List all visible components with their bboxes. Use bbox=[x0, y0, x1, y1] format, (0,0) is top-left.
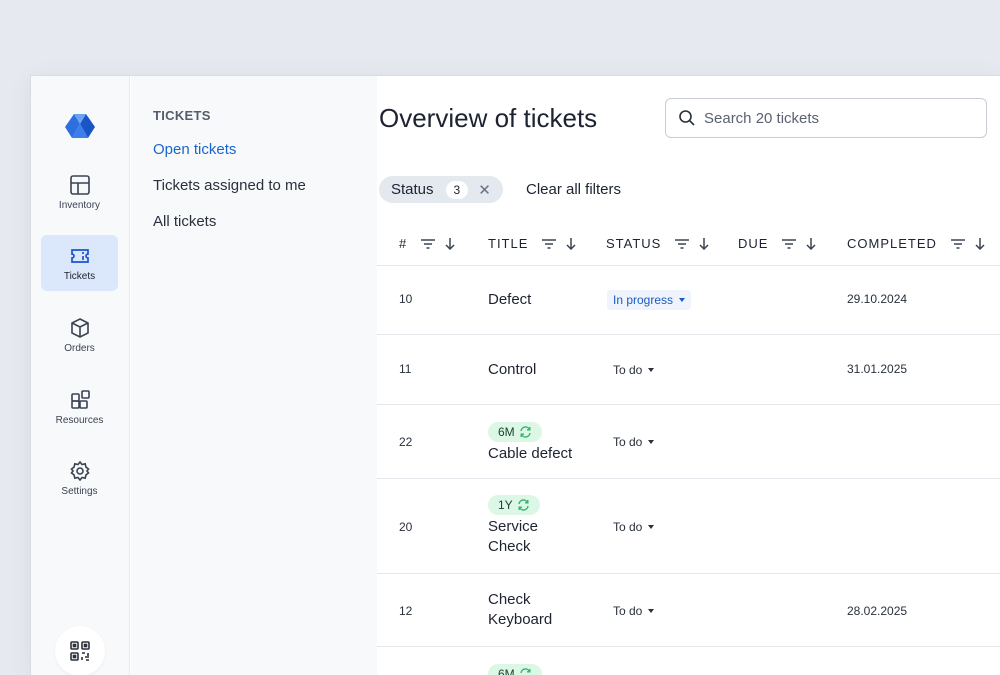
completed-date: 28.02.2025 bbox=[847, 604, 908, 618]
filter-chip-label: Status bbox=[391, 181, 434, 198]
ticket-title: 6M bbox=[488, 664, 542, 675]
caret-down-icon bbox=[648, 609, 655, 613]
column-header-due[interactable]: DUE bbox=[738, 236, 816, 251]
main-content: Overview of tickets Status 3 ✕ Clear all… bbox=[377, 76, 1000, 675]
table-row[interactable]: 10 Defect In progress 29.10.2024 bbox=[377, 266, 1000, 335]
rail-label: Inventory bbox=[58, 199, 101, 211]
table-row[interactable]: 6M bbox=[377, 647, 1000, 675]
subnav-title: TICKETS bbox=[153, 108, 211, 123]
tickets-table: # TITLE STATUS DUE COMPLETED 10 Defect I… bbox=[377, 218, 1000, 675]
status-filter-chip[interactable]: Status 3 ✕ bbox=[379, 176, 503, 203]
ticket-number: 11 bbox=[399, 362, 412, 376]
column-header-completed[interactable]: COMPLETED bbox=[847, 236, 985, 251]
table-header: # TITLE STATUS DUE COMPLETED bbox=[377, 218, 1000, 266]
rail-label: Settings bbox=[61, 485, 98, 497]
caret-down-icon bbox=[648, 440, 655, 444]
ticket-number: 10 bbox=[399, 292, 413, 306]
rail-item-inventory[interactable]: Inventory bbox=[41, 164, 118, 220]
qr-code-icon bbox=[70, 641, 90, 661]
ticket-number: 22 bbox=[399, 435, 413, 449]
caret-down-icon bbox=[648, 525, 655, 529]
table-row[interactable]: 12 Check Keyboard To do 28.02.2025 bbox=[377, 574, 1000, 647]
recurrence-badge: 6M bbox=[488, 664, 542, 675]
rail-label: Resources bbox=[55, 414, 104, 426]
recurring-icon bbox=[517, 499, 529, 511]
search-box[interactable] bbox=[665, 98, 987, 138]
filter-icon[interactable] bbox=[421, 238, 436, 250]
completed-date: 31.01.2025 bbox=[847, 362, 908, 376]
icon-rail: Inventory Tickets Orders Resources Setti… bbox=[31, 76, 130, 675]
table-row[interactable]: 20 1Y Service Check To do bbox=[377, 479, 1000, 574]
completed-date: 29.10.2024 bbox=[847, 292, 908, 306]
ticket-icon bbox=[70, 248, 89, 263]
subnav-panel: TICKETS Open tickets Tickets assigned to… bbox=[131, 76, 464, 675]
filter-icon[interactable] bbox=[782, 238, 797, 250]
status-dropdown[interactable]: In progress bbox=[607, 290, 692, 310]
recurring-icon bbox=[519, 668, 531, 675]
qr-scan-button[interactable] bbox=[55, 626, 105, 675]
app-window: Inventory Tickets Orders Resources Setti… bbox=[30, 75, 1000, 675]
filter-icon[interactable] bbox=[675, 238, 690, 250]
search-icon bbox=[679, 110, 695, 126]
filter-chip-count: 3 bbox=[445, 180, 469, 199]
resources-icon bbox=[70, 389, 90, 409]
page-title: Overview of tickets bbox=[379, 103, 598, 133]
rail-item-tickets[interactable]: Tickets bbox=[41, 235, 118, 291]
rail-item-settings[interactable]: Settings bbox=[41, 450, 118, 506]
recurrence-badge: 1Y bbox=[488, 495, 540, 515]
remove-filter-icon[interactable]: ✕ bbox=[478, 181, 491, 199]
clear-all-filters-button[interactable]: Clear all filters bbox=[526, 181, 621, 198]
filter-icon[interactable] bbox=[542, 238, 557, 250]
ticket-title: 6M Cable defect bbox=[488, 422, 572, 464]
ticket-number: 20 bbox=[399, 520, 413, 534]
caret-down-icon bbox=[648, 368, 655, 372]
ticket-title: Check Keyboard bbox=[488, 591, 553, 628]
ticket-number: 12 bbox=[399, 604, 413, 618]
table-row[interactable]: 11 Control To do 31.01.2025 bbox=[377, 335, 1000, 405]
status-dropdown[interactable]: To do bbox=[607, 601, 660, 621]
ticket-title: Control bbox=[488, 361, 537, 378]
table-row[interactable]: 22 6M Cable defect To do bbox=[377, 405, 1000, 479]
rail-label: Tickets bbox=[63, 270, 96, 282]
subnav-item-open-tickets[interactable]: Open tickets bbox=[153, 141, 236, 158]
gear-icon bbox=[69, 460, 90, 481]
subnav-item-assigned-to-me[interactable]: Tickets assigned to me bbox=[153, 177, 306, 194]
app-logo bbox=[65, 114, 95, 138]
box-icon bbox=[70, 317, 89, 338]
rail-item-resources[interactable]: Resources bbox=[41, 379, 118, 435]
subnav-item-all-tickets[interactable]: All tickets bbox=[153, 213, 216, 230]
sort-arrow-icon[interactable] bbox=[975, 237, 985, 250]
recurring-icon bbox=[519, 426, 531, 438]
column-header-number[interactable]: # bbox=[399, 236, 455, 251]
column-header-title[interactable]: TITLE bbox=[488, 236, 576, 251]
recurrence-badge: 6M bbox=[488, 422, 542, 442]
filter-icon[interactable] bbox=[950, 238, 965, 250]
search-input[interactable] bbox=[704, 109, 964, 127]
sort-arrow-icon[interactable] bbox=[566, 237, 576, 250]
sort-arrow-icon[interactable] bbox=[699, 237, 709, 250]
grid-icon bbox=[69, 174, 90, 195]
rail-item-orders[interactable]: Orders bbox=[41, 307, 118, 363]
ticket-title: 1Y Service Check bbox=[488, 495, 540, 557]
status-dropdown[interactable]: To do bbox=[607, 360, 660, 380]
ticket-title: Defect bbox=[488, 291, 532, 308]
status-dropdown[interactable]: To do bbox=[607, 517, 660, 537]
sort-arrow-icon[interactable] bbox=[445, 237, 455, 250]
rail-label: Orders bbox=[64, 342, 95, 354]
column-header-status[interactable]: STATUS bbox=[606, 236, 709, 251]
status-dropdown[interactable]: To do bbox=[607, 432, 660, 452]
sort-arrow-icon[interactable] bbox=[806, 237, 816, 250]
caret-down-icon bbox=[679, 298, 686, 302]
